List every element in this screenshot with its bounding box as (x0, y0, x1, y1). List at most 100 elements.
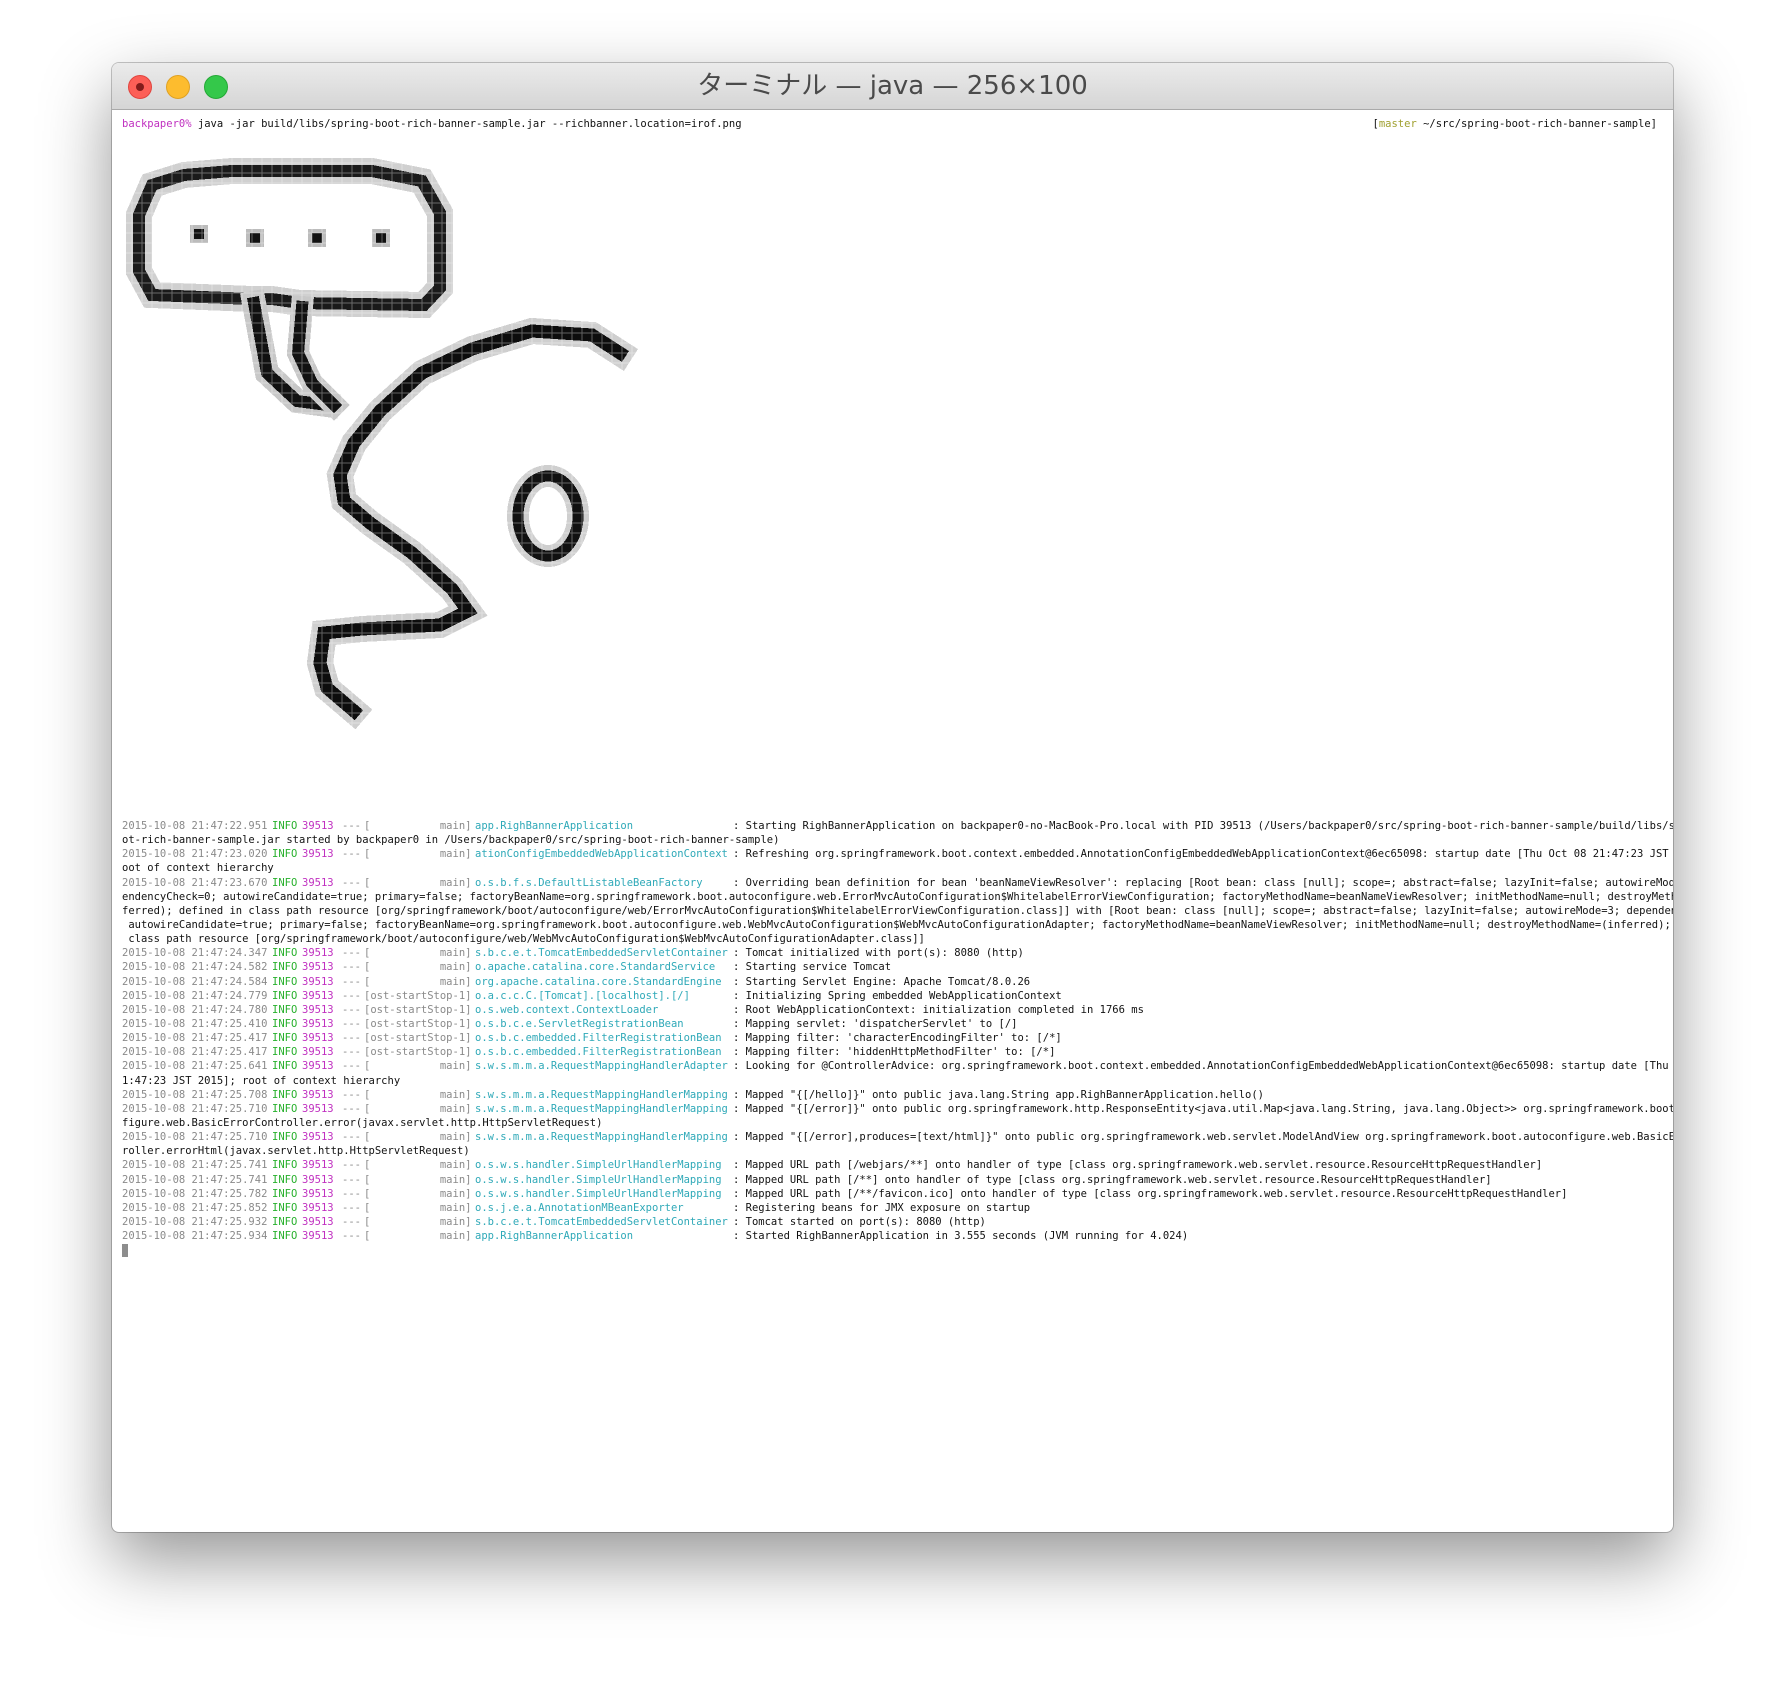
log-continuation: figure.web.BasicErrorController.error(ja… (122, 1116, 603, 1129)
log-timestamp: 2015-10-08 21:47:25.710 (122, 1131, 268, 1144)
log-thread: [ost-startStop-1] (364, 989, 472, 1002)
log-pid: 39513 (302, 961, 334, 974)
log-level: INFO (272, 1215, 298, 1228)
log-thread: [ main] (364, 1088, 472, 1101)
log-message: : Tomcat started on port(s): 8080 (http) (733, 1215, 986, 1228)
log-line: 2015-10-08 21:47:25.932 INFO 39513 ---[ mai… (122, 1215, 1668, 1229)
log-pid: 39513 (302, 989, 334, 1002)
log-level: INFO (272, 989, 298, 1002)
log-timestamp: 2015-10-08 21:47:25.708 (122, 1088, 268, 1101)
log-thread: [ main] (364, 1187, 472, 1200)
log-pid: 39513 (302, 1060, 334, 1073)
log-line: 2015-10-08 21:47:25.641 INFO 39513 ---[ mai… (122, 1059, 1669, 1073)
right-prompt: [master ~/src/spring-boot-rich-banner-sa… (1373, 118, 1657, 130)
log-continuation: autowireCandidate=true; primary=false; f… (122, 918, 1673, 931)
log-line: 2015-10-08 21:47:25.782 INFO 39513 ---[ mai… (122, 1187, 1668, 1201)
log-pid: 39513 (302, 1215, 334, 1228)
log-thread: [ main] (364, 876, 472, 889)
log-logger: o.s.b.c.e.ServletRegistrationBean (475, 1017, 684, 1030)
log-thread: [ main] (364, 848, 472, 861)
log-level: INFO (272, 1060, 298, 1073)
log-separator: --- (342, 1230, 361, 1243)
log-level: INFO (272, 1088, 298, 1101)
log-message: : Mapped URL path [/**] onto handler of … (733, 1173, 1492, 1186)
log-logger: s.b.c.e.t.TomcatEmbeddedServletContainer (475, 947, 728, 960)
log-thread: [ost-startStop-1] (364, 1046, 472, 1059)
log-continuation: endencyCheck=0; autowireCandidate=true; … (122, 890, 1673, 903)
log-separator: --- (342, 947, 361, 960)
git-branch: master (1378, 118, 1417, 130)
log-separator: --- (342, 1003, 361, 1016)
log-pid: 39513 (302, 1017, 334, 1030)
shell-prompt: backpaper0% java -jar build/libs/spring-… (122, 118, 742, 130)
log-level: INFO (272, 1017, 298, 1030)
log-separator: --- (342, 1159, 361, 1172)
log-logger: ationConfigEmbeddedWebApplicationContext (475, 848, 728, 861)
log-thread: [ main] (364, 1131, 472, 1144)
log-line: 2015-10-08 21:47:24.584 INFO 39513 ---[ mai… (122, 975, 1668, 989)
log-separator: --- (342, 820, 361, 832)
log-line: 2015-10-08 21:47:24.582 INFO 39513 ---[ mai… (122, 960, 1668, 974)
log-pid: 39513 (302, 1102, 334, 1115)
log-pid: 39513 (302, 1003, 334, 1016)
log-separator: --- (342, 1017, 361, 1030)
log-message: : Registering beans for JMX exposure on … (733, 1201, 1031, 1214)
log-message: : Looking for @ControllerAdvice: org.spr… (733, 1060, 1673, 1073)
terminal-content[interactable]: backpaper0% java -jar build/libs/spring-… (112, 110, 1673, 1532)
log-logger: o.s.w.s.handler.SimpleUrlHandlerMapping (475, 1173, 722, 1186)
log-separator: --- (342, 1187, 361, 1200)
log-pid: 39513 (302, 848, 334, 861)
log-thread: [ main] (364, 947, 472, 960)
log-message: : Mapping servlet: 'dispatcherServlet' t… (733, 1017, 1018, 1030)
prompt-command: java -jar build/libs/spring-boot-rich-ba… (191, 118, 742, 130)
log-level: INFO (272, 1003, 298, 1016)
log-logger: s.w.s.m.m.a.RequestMappingHandlerAdapter (475, 1060, 728, 1073)
log-level: INFO (272, 1032, 298, 1045)
log-logger: s.w.s.m.m.a.RequestMappingHandlerMapping (475, 1088, 728, 1101)
log-message: : Mapped "{[/error],produces=[text/html]… (733, 1131, 1673, 1144)
log-line: 2015-10-08 21:47:23.020 INFO 39513 ---[ mai… (122, 847, 1669, 861)
log-thread: [ main] (364, 1060, 472, 1073)
title-bar[interactable]: ターミナル — java — 256×100 (112, 63, 1673, 110)
log-logger: o.a.c.c.C.[Tomcat].[localhost].[/] (475, 989, 690, 1002)
log-logger: o.s.b.c.embedded.FilterRegistrationBean (475, 1046, 722, 1059)
log-thread: [ost-startStop-1] (364, 1017, 472, 1030)
log-line: 2015-10-08 21:47:25.710 INFO 39513 ---[ mai… (122, 1102, 1673, 1116)
log-separator: --- (342, 1131, 361, 1144)
log-separator: --- (342, 1088, 361, 1101)
log-separator: --- (342, 989, 361, 1002)
log-logger: app.RighBannerApplication (475, 1230, 634, 1243)
log-timestamp: 2015-10-08 21:47:25.934 (122, 1230, 268, 1243)
log-thread: [ost-startStop-1] (364, 1032, 472, 1045)
log-line: 2015-10-08 21:47:23.670 INFO 39513 ---[ mai… (122, 876, 1673, 890)
log-pid: 39513 (302, 1173, 334, 1186)
log-thread: [ main] (364, 1102, 472, 1115)
log-message: : Root WebApplicationContext: initializa… (733, 1003, 1144, 1016)
log-logger: o.s.w.s.handler.SimpleUrlHandlerMapping (475, 1187, 722, 1200)
log-timestamp: 2015-10-08 21:47:24.584 (122, 975, 268, 988)
log-level: INFO (272, 947, 298, 960)
log-separator: --- (342, 1215, 361, 1228)
log-level: INFO (272, 1173, 298, 1186)
log-timestamp: 2015-10-08 21:47:25.852 (122, 1201, 268, 1214)
log-level: INFO (272, 848, 298, 861)
log-timestamp: 2015-10-08 21:47:25.741 (122, 1159, 268, 1172)
log-logger: org.apache.catalina.core.StandardEngine (475, 975, 722, 988)
log-message: : Refreshing org.springframework.boot.co… (733, 848, 1673, 861)
right-prompt-path: ~/src/spring-boot-rich-banner-sample] (1416, 118, 1657, 130)
log-timestamp: 2015-10-08 21:47:24.779 (122, 989, 268, 1002)
log-separator: --- (342, 961, 361, 974)
log-message: : Starting service Tomcat (733, 961, 892, 974)
log-pid: 39513 (302, 820, 334, 832)
log-separator: --- (342, 975, 361, 988)
log-line: 2015-10-08 21:47:24.780 INFO 39513 --- [ost-… (122, 1003, 1668, 1017)
log-output: 2015-10-08 21:47:22.951 INFO 39513 ---[ mai… (122, 819, 1673, 1258)
log-pid: 39513 (302, 1088, 334, 1101)
log-logger: s.w.s.m.m.a.RequestMappingHandlerMapping (475, 1102, 728, 1115)
window-title: ターミナル — java — 256×100 (697, 71, 1088, 101)
terminal-window: ターミナル — java — 256×100 backpaper0% java … (112, 63, 1673, 1532)
log-message: : Mapping filter: 'hiddenHttpMethodFilte… (733, 1046, 1056, 1059)
log-message: : Started RighBannerApplication in 3.555… (733, 1230, 1189, 1243)
log-pid: 39513 (302, 1131, 334, 1144)
log-pid: 39513 (302, 1230, 334, 1243)
